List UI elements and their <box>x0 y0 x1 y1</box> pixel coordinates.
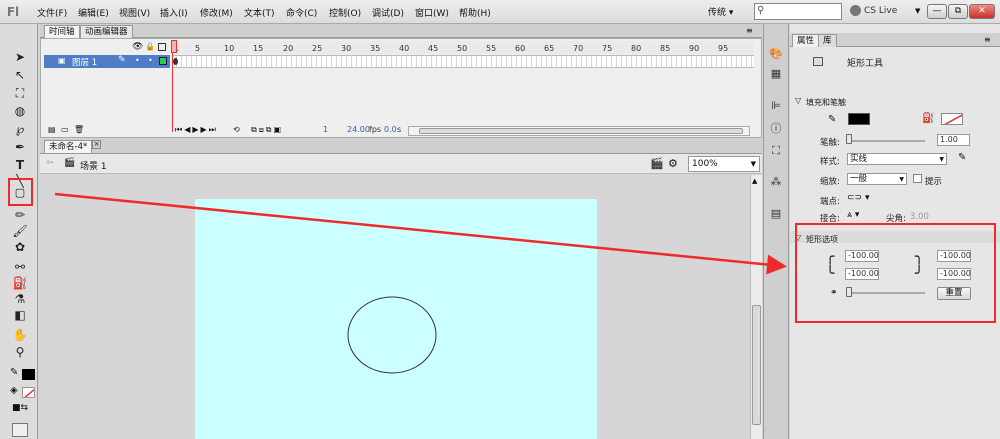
annotation-arrow <box>54 192 787 275</box>
